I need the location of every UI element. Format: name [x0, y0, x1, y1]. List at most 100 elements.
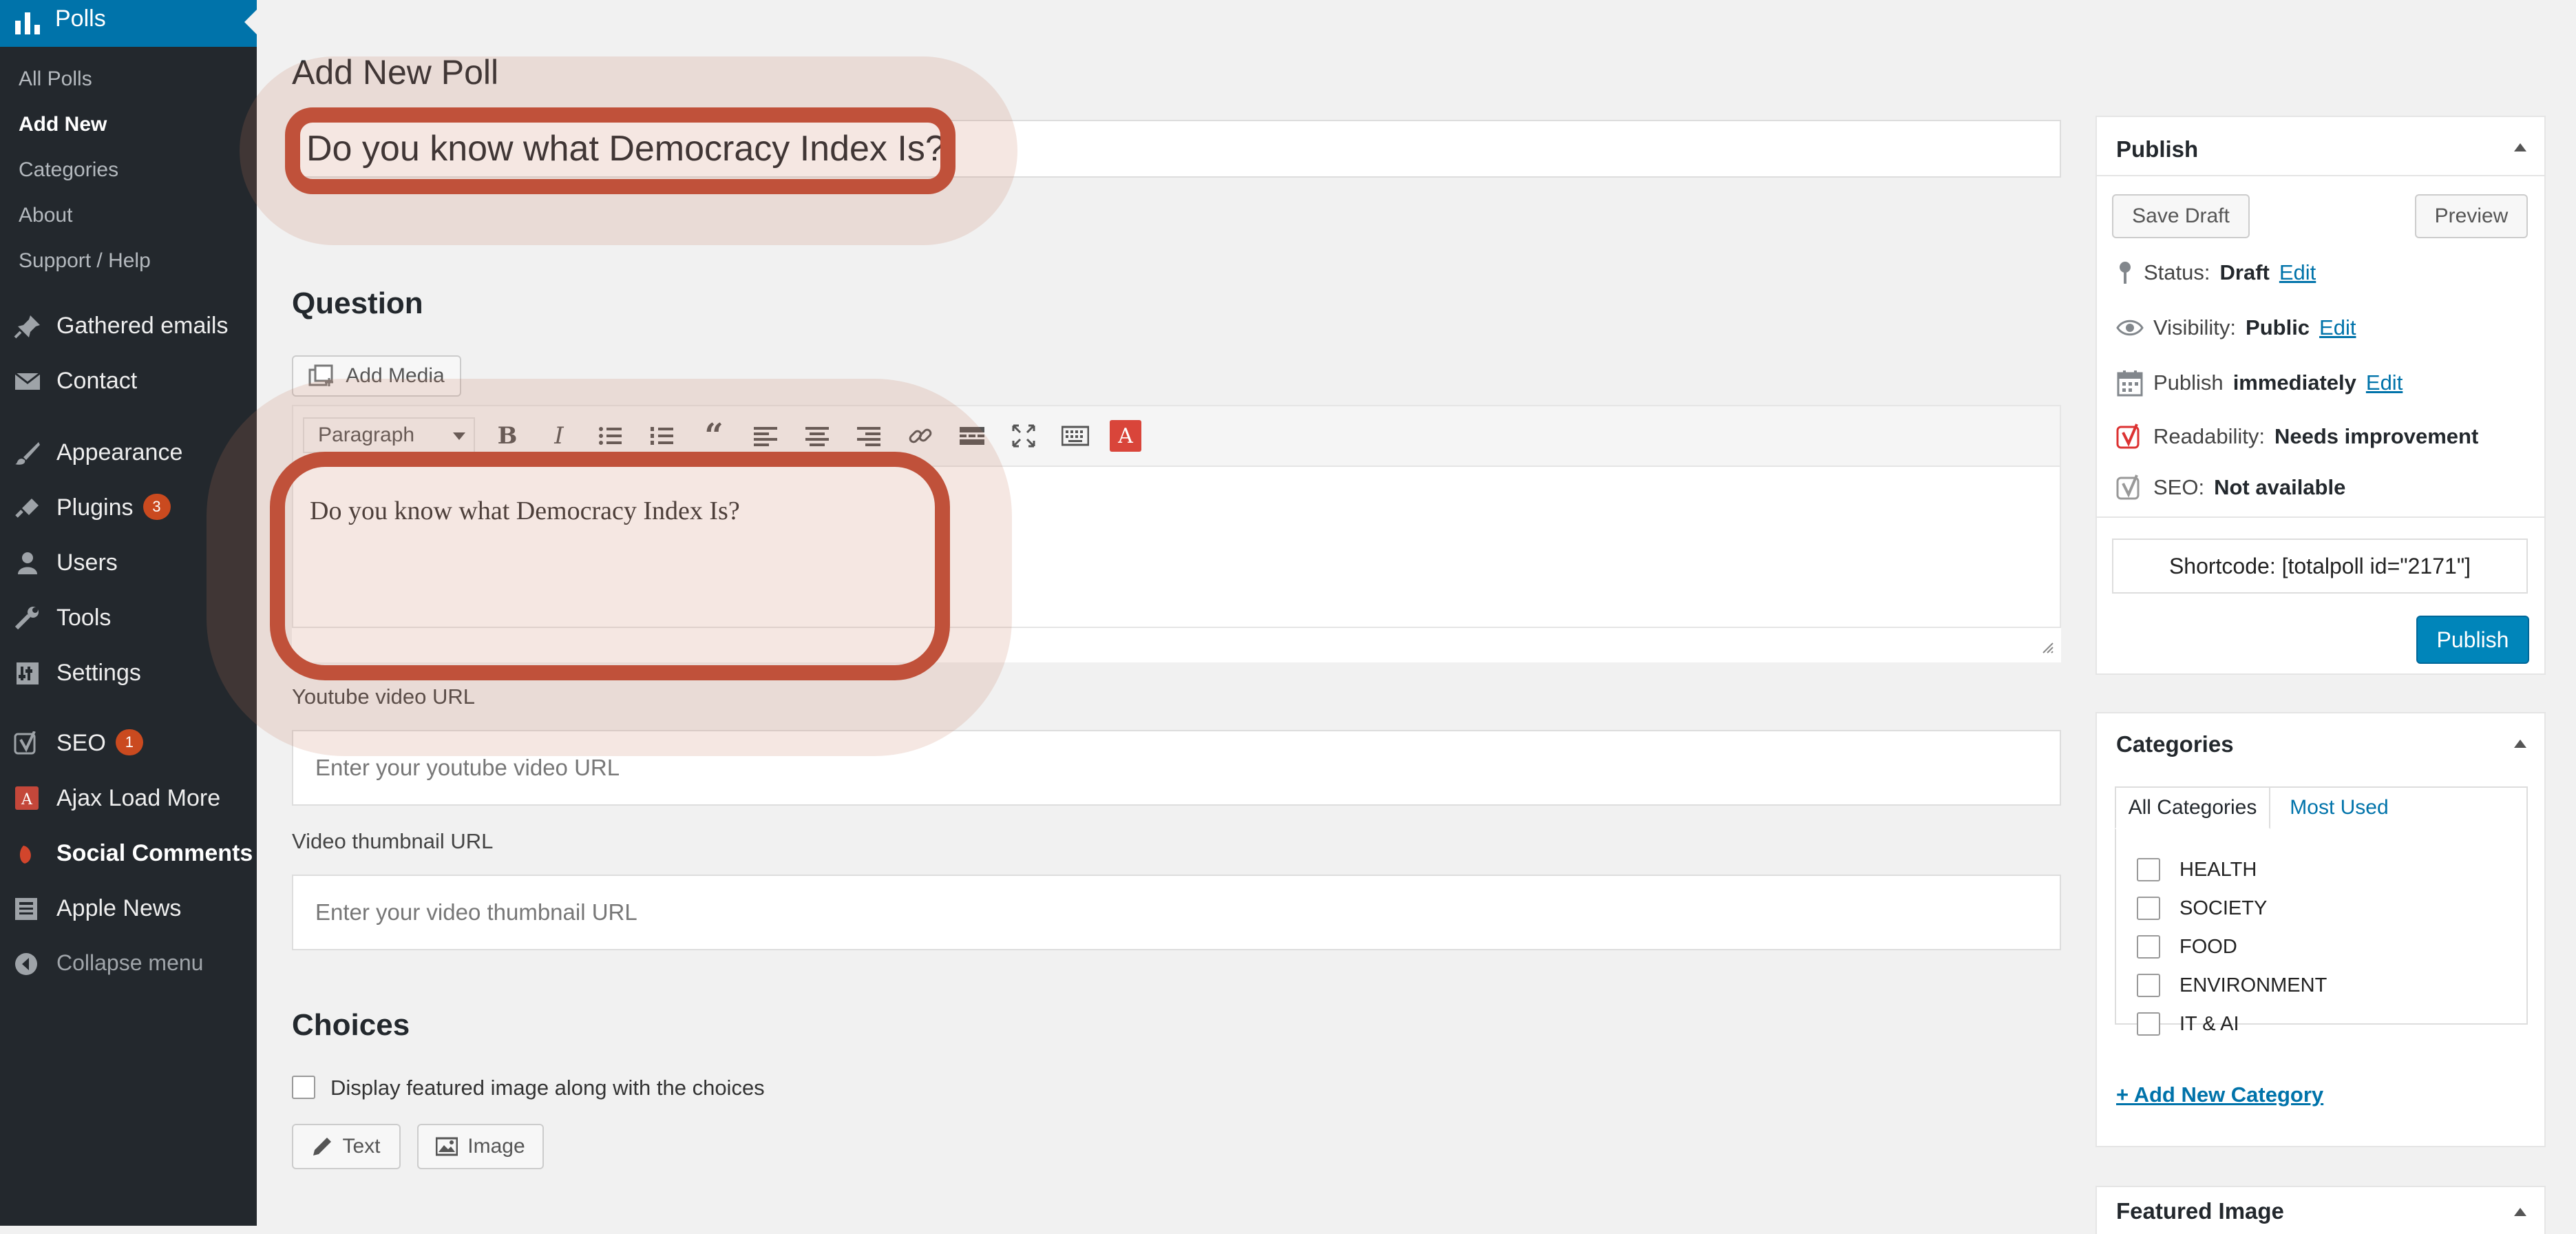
collapse-menu-label: Collapse menu [56, 950, 204, 975]
preview-label: Preview [2434, 205, 2509, 227]
submenu-about[interactable]: About [19, 204, 72, 227]
image-button-label: Image [467, 1135, 525, 1158]
category-item-society[interactable]: SOCIETY [2137, 897, 2267, 920]
calendar-icon [2117, 370, 2143, 397]
collapse-icon [15, 953, 37, 975]
image-icon [436, 1137, 458, 1156]
publish-panel-title: Publish [2116, 136, 2199, 162]
collapse-arrow-icon[interactable] [2514, 740, 2526, 748]
sidebar-item-polls[interactable]: Polls [0, 0, 257, 47]
seo-notification-badge: 1 [115, 729, 143, 756]
sidebar-item-ajax-load-more[interactable]: A Ajax Load More [0, 773, 257, 824]
sidebar-item-label: Contact [56, 368, 138, 394]
video-thumbnail-label: Video thumbnail URL [292, 829, 494, 853]
seo-yoast-icon [2116, 474, 2140, 500]
publish-label: Publish [2153, 370, 2224, 395]
toolbar-toggle-button[interactable] [1058, 419, 1092, 453]
video-thumbnail-field[interactable] [292, 875, 2061, 950]
submenu-categories[interactable]: Categories [19, 158, 118, 182]
category-item-food[interactable]: FOOD [2137, 935, 2237, 959]
edit-status-link[interactable]: Edit [2279, 260, 2316, 285]
sidebar-item-label: SEO [56, 730, 106, 756]
pin-icon [2120, 262, 2131, 284]
ajax-load-more-icon: A [1118, 423, 1133, 448]
current-menu-arrow [244, 10, 257, 34]
tab-all-categories[interactable]: All Categories [2115, 786, 2270, 829]
category-checkbox[interactable] [2137, 935, 2160, 959]
sidebar-item-contact[interactable]: Contact [0, 355, 257, 406]
add-new-category-link[interactable]: + Add New Category [2116, 1083, 2323, 1107]
resize-handle-icon[interactable] [2039, 639, 2054, 654]
featured-image-panel: Featured Image [2095, 1186, 2546, 1234]
tab-most-used-label: Most Used [2290, 796, 2389, 819]
fullscreen-icon [1012, 424, 1035, 448]
categories-panel-title: Categories [2116, 731, 2234, 757]
tab-most-used[interactable]: Most Used [2284, 786, 2394, 829]
divider [2097, 175, 2544, 176]
divider [2097, 516, 2544, 518]
save-draft-button[interactable]: Save Draft [2112, 194, 2250, 238]
seo-row: SEO: Not available [2116, 474, 2345, 501]
shortcode-text: Shortcode: [totalpoll id="2171"] [2168, 553, 2471, 578]
submenu-add-new[interactable]: Add New [19, 113, 107, 136]
fullscreen-button[interactable] [1006, 419, 1041, 453]
visibility-value: Public [2246, 315, 2310, 339]
category-item-environment[interactable]: ENVIRONMENT [2137, 974, 2327, 997]
edit-visibility-link[interactable]: Edit [2319, 315, 2356, 340]
collapse-arrow-icon[interactable] [2514, 1208, 2526, 1216]
sidebar-item-apple-news[interactable]: Apple News [0, 883, 257, 934]
yoast-icon [14, 731, 36, 755]
news-icon [15, 898, 37, 920]
add-text-choice-button[interactable]: Text [292, 1124, 401, 1169]
eye-icon [2116, 320, 2144, 336]
sidebar-item-label: Settings [56, 660, 141, 686]
preview-button[interactable]: Preview [2415, 194, 2528, 238]
collapse-menu-button[interactable]: Collapse menu [0, 938, 257, 989]
sidebar-item-label: Plugins [56, 494, 134, 521]
category-checkbox[interactable] [2137, 1012, 2160, 1036]
sidebar-item-label-wrap: SEO 1 [56, 729, 143, 757]
featured-image-checkbox[interactable] [292, 1076, 315, 1099]
sidebar-item-label: Apple News [56, 895, 182, 921]
category-label: HEALTH [2179, 858, 2257, 881]
ajax-load-more-icon: A [15, 786, 39, 810]
save-draft-label: Save Draft [2132, 205, 2230, 227]
title-highlight-ring [285, 107, 956, 194]
edit-publish-date-link[interactable]: Edit [2366, 370, 2403, 395]
sidebar-item-gathered-emails[interactable]: Gathered emails [0, 300, 257, 351]
settings-icon [17, 662, 39, 684]
sidebar-item-label: Gathered emails [56, 313, 229, 339]
sidebar-item-seo[interactable]: SEO 1 [0, 718, 257, 768]
publish-button-label: Publish [2436, 627, 2509, 652]
seo-value: Not available [2214, 475, 2346, 499]
pin-icon [14, 315, 40, 339]
shortcode-field[interactable]: Shortcode: [totalpoll id="2171"] [2112, 538, 2528, 594]
category-item-health[interactable]: HEALTH [2137, 858, 2257, 881]
status-row: Status: Draft Edit [2116, 260, 2316, 285]
submenu-all-polls[interactable]: All Polls [19, 67, 92, 91]
ajax-load-more-shortcode-button[interactable]: A [1110, 420, 1141, 452]
sidebar-item-label: Appearance [56, 439, 183, 466]
video-thumbnail-input[interactable] [315, 876, 2036, 949]
pencil-icon [313, 1138, 332, 1155]
readability-row: Readability: Needs improvement [2116, 423, 2478, 450]
category-checkbox[interactable] [2137, 974, 2160, 997]
brush-icon [15, 442, 40, 465]
publish-panel: Publish Save Draft Preview Status: Draft… [2095, 116, 2546, 675]
publish-button[interactable]: Publish [2416, 616, 2529, 664]
readability-value: Needs improvement [2274, 424, 2479, 448]
sidebar-item-label: Social Comments [56, 840, 253, 866]
add-image-choice-button[interactable]: Image [417, 1124, 544, 1169]
submenu-support-help[interactable]: Support / Help [19, 249, 151, 273]
plugins-update-badge: 3 [142, 494, 171, 521]
collapse-arrow-icon[interactable] [2514, 143, 2526, 151]
category-checkbox[interactable] [2137, 897, 2160, 920]
categories-panel: Categories All Categories Most Used HEAL… [2095, 712, 2546, 1147]
social-comments-icon [19, 846, 31, 864]
readability-yoast-icon [2116, 423, 2140, 449]
category-item-it-ai[interactable]: IT & AI [2137, 1012, 2239, 1036]
svg-text:A: A [21, 791, 33, 808]
sidebar-item-social-comments[interactable]: Social Comments [0, 828, 257, 879]
category-checkbox[interactable] [2137, 858, 2160, 881]
keyboard-icon [1062, 426, 1089, 446]
